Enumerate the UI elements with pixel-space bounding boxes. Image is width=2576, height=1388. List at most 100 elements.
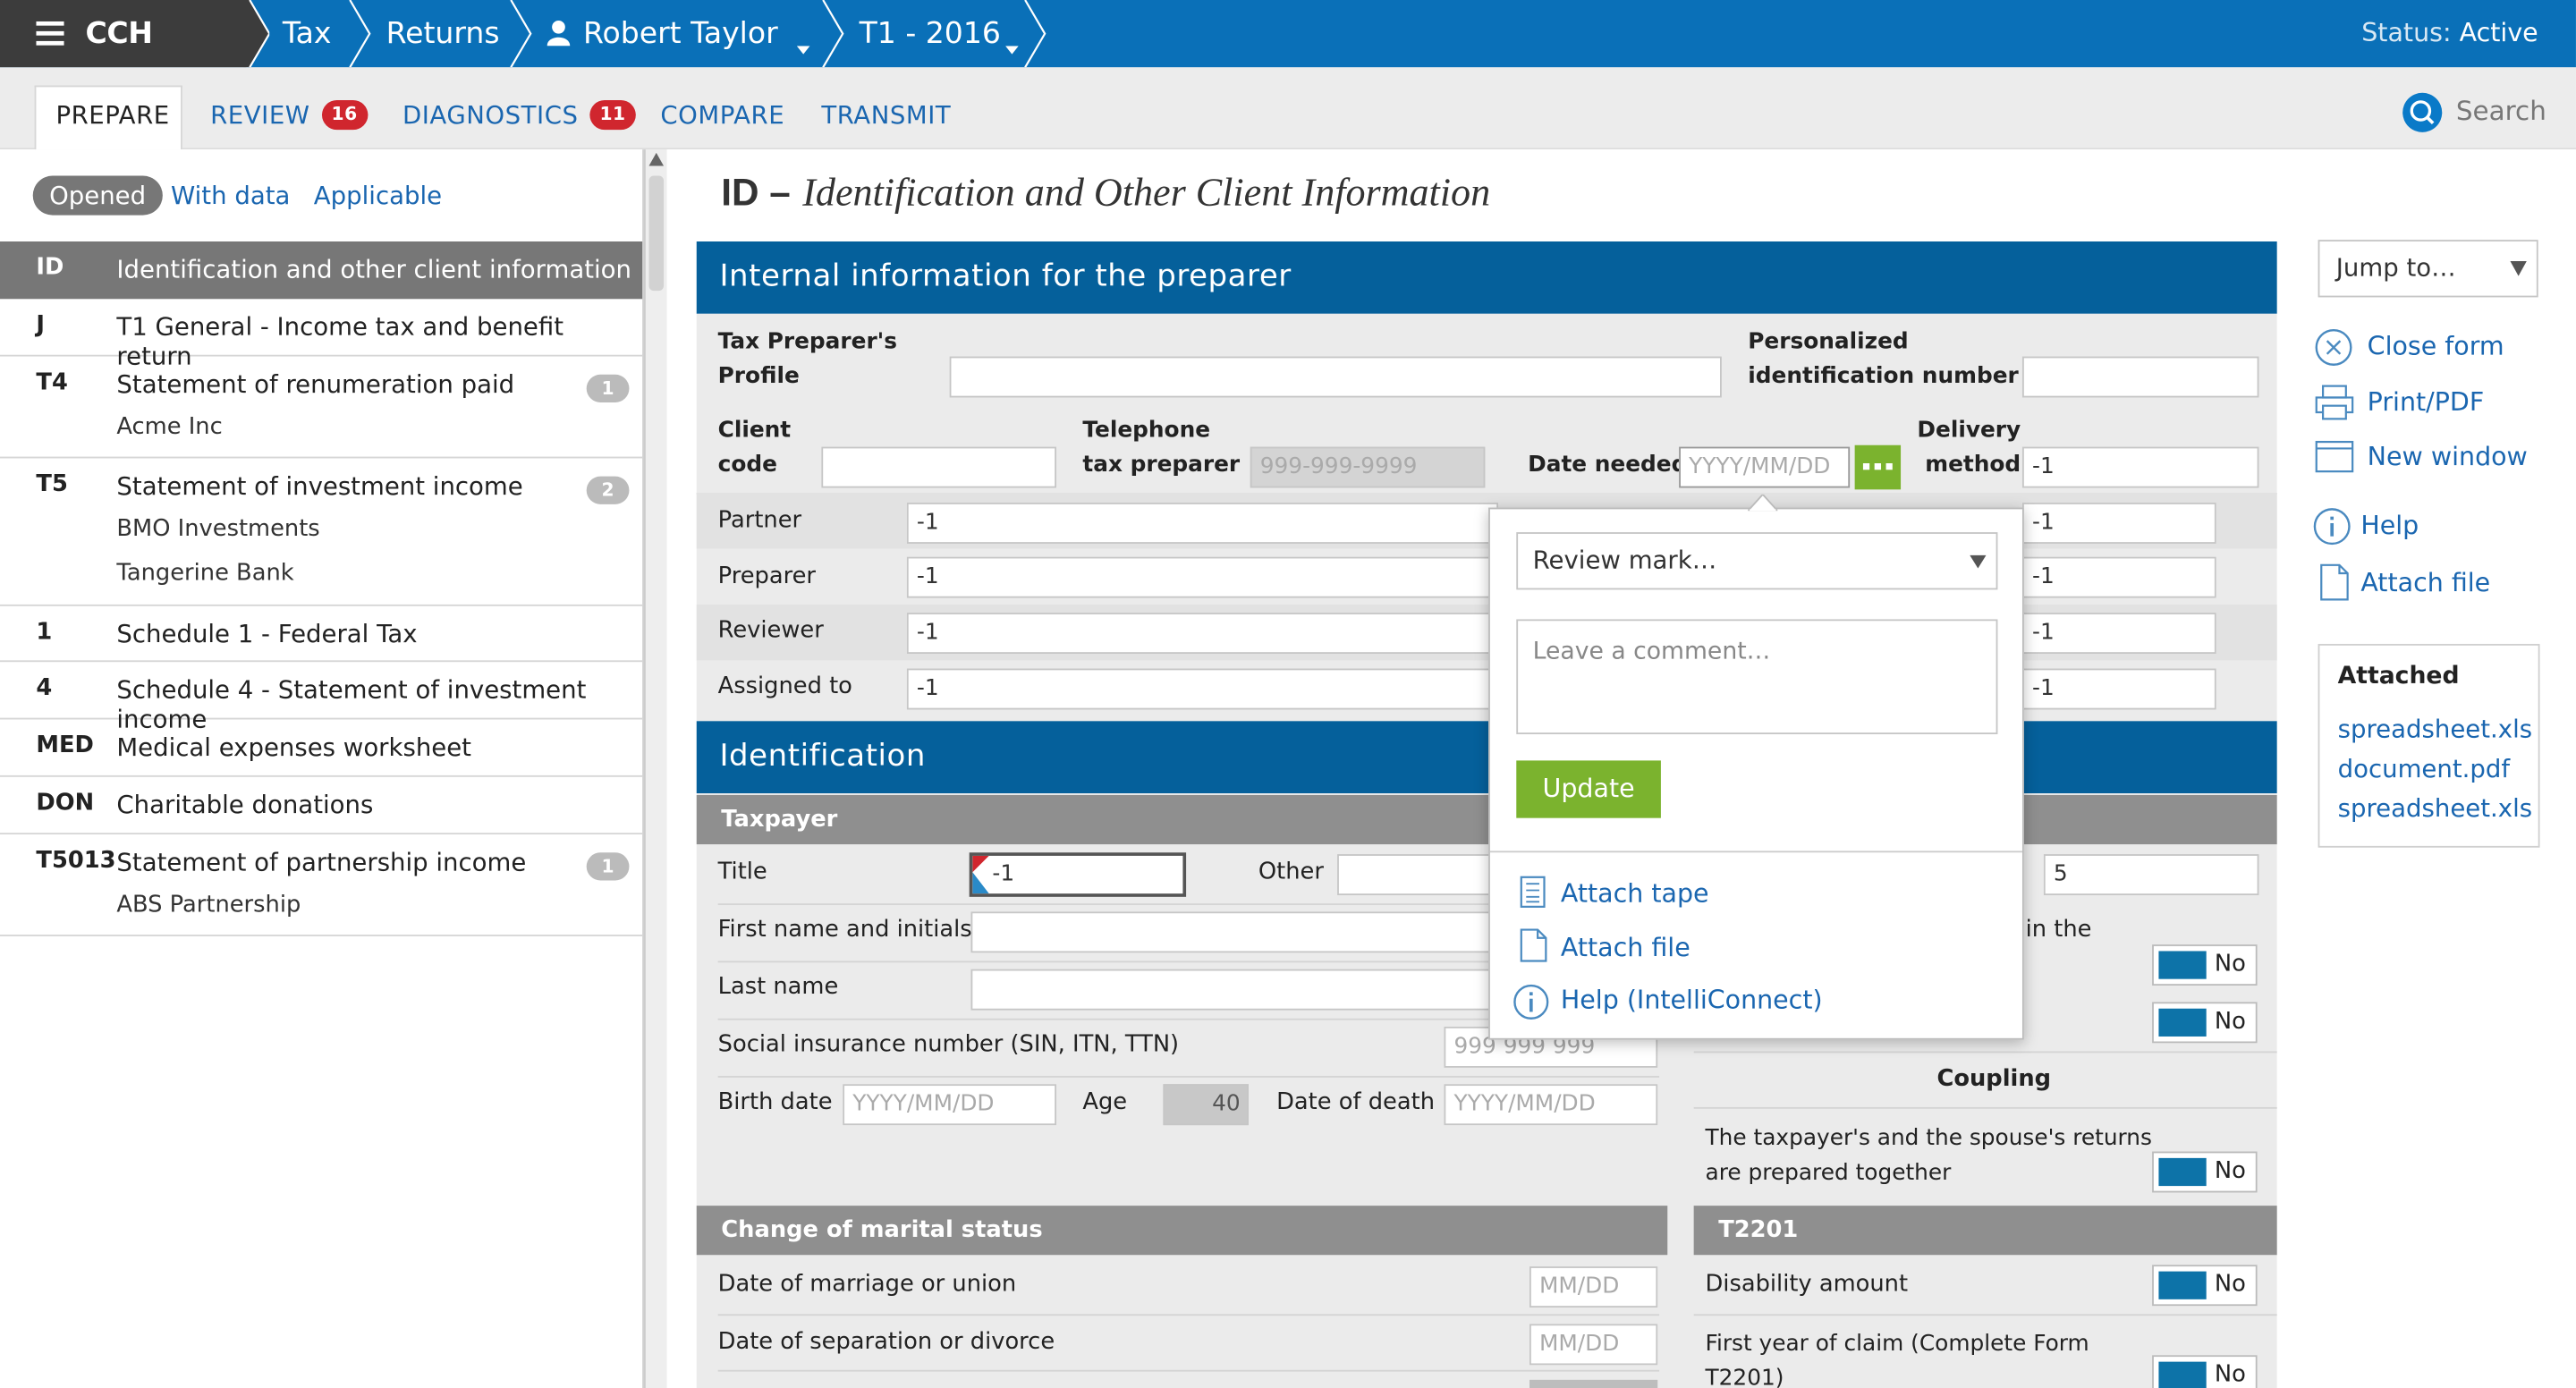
form-list-item[interactable]: T5013 Statement of partnership income ABS …: [0, 834, 643, 936]
info-icon[interactable]: [2313, 508, 2351, 546]
help-link[interactable]: Help: [2360, 511, 2419, 540]
marriage-date-input[interactable]: MM/DD: [1529, 1266, 1658, 1308]
new-window-link[interactable]: New window: [2368, 442, 2528, 471]
form-label: Identification and other client informat…: [116, 254, 631, 284]
review-mark-select[interactable]: Review mark…: [1516, 532, 1998, 590]
search-label[interactable]: Search: [2456, 96, 2546, 127]
pin-input[interactable]: [2021, 356, 2259, 398]
divider: [717, 1314, 1660, 1316]
tab-prepare[interactable]: PREPARE: [55, 86, 169, 145]
toggle-coupling[interactable]: No: [2152, 1151, 2258, 1193]
form-list-item[interactable]: J T1 General - Income tax and benefit ret…: [0, 299, 643, 371]
birth-date-input[interactable]: YYYY/MM/DD: [843, 1084, 1056, 1126]
form-list-item[interactable]: MED Medical expenses worksheet: [0, 719, 643, 777]
form-list-item[interactable]: ID Identification and other client inform…: [0, 241, 643, 300]
title-value: -1: [992, 860, 1015, 887]
attach-file-link[interactable]: Attach file: [2360, 568, 2490, 597]
preparer-input[interactable]: -1: [906, 556, 1499, 598]
tab-bar: [0, 67, 2576, 150]
toggle-label: No: [2214, 1361, 2246, 1388]
search-icon[interactable]: [2402, 92, 2443, 140]
scroll-up-icon[interactable]: [648, 152, 665, 166]
new-window-icon[interactable]: [2315, 440, 2354, 473]
last-name-input[interactable]: [970, 969, 1497, 1011]
client-code-label: Client code: [718, 414, 792, 483]
attached-panel: Attached spreadsheet.xls document.pdf sp…: [2318, 643, 2540, 848]
chevron-down-icon[interactable]: [1005, 30, 1019, 61]
separation-date-input[interactable]: MM/DD: [1529, 1324, 1658, 1366]
date-of-death-input[interactable]: YYYY/MM/DD: [1444, 1084, 1658, 1126]
form-list-item[interactable]: 1 Schedule 1 - Federal Tax: [0, 606, 643, 663]
breadcrumb-client[interactable]: Robert Taylor: [583, 0, 778, 67]
text-line: First year of claim (Complete Form: [1705, 1330, 2089, 1358]
partner-input[interactable]: -1: [906, 503, 1499, 544]
preparer-input-right[interactable]: -1: [2021, 556, 2216, 598]
toggle-knob: [2158, 951, 2207, 979]
help-intelliconnect-link[interactable]: Help (IntelliConnect): [1561, 986, 1823, 1015]
jump-to-select[interactable]: Jump to…: [2318, 240, 2538, 298]
form-list-item[interactable]: T5 Statement of investment income BMO Inve…: [0, 458, 643, 606]
delivery-method-label: Delivery method: [1917, 414, 2021, 483]
filter-opened[interactable]: Opened: [32, 175, 163, 216]
scroll-thumb[interactable]: [648, 175, 665, 292]
partner-input-right[interactable]: -1: [2021, 503, 2216, 544]
tab-review[interactable]: REVIEW 16: [210, 86, 368, 145]
label-line: Tax Preparer's: [717, 328, 898, 355]
title-input[interactable]: -1: [969, 852, 1187, 897]
attached-file[interactable]: spreadsheet.xls: [2338, 715, 2532, 744]
filter-applicable[interactable]: Applicable: [297, 176, 458, 216]
attached-heading: Attached: [2337, 664, 2460, 690]
app-brand[interactable]: CCH iFirm: [0, 0, 247, 118]
delivery-method-input[interactable]: -1: [2021, 446, 2259, 488]
more-options-button[interactable]: [1854, 444, 1902, 490]
attached-file[interactable]: document.pdf: [2338, 754, 2510, 783]
right-number-input[interactable]: 5: [2043, 854, 2259, 896]
divider: [717, 961, 1496, 963]
tab-diagnostics[interactable]: DIAGNOSTICS 11: [402, 86, 636, 145]
breadcrumb-year[interactable]: T1 - 2016: [860, 0, 1001, 67]
filter-with-data[interactable]: With data: [155, 176, 307, 216]
close-form-link[interactable]: Close form: [2368, 332, 2504, 361]
close-icon[interactable]: [2315, 328, 2352, 366]
age-label: Age: [1082, 1088, 1128, 1116]
update-button[interactable]: Update: [1516, 760, 1661, 818]
toggle-no[interactable]: No: [2152, 1002, 2258, 1044]
form-list-item[interactable]: T4 Statement of renumeration paid Acme Inc…: [0, 357, 643, 459]
toggle-first-year[interactable]: No: [2152, 1355, 2258, 1388]
breadcrumb-tax[interactable]: Tax: [283, 0, 332, 67]
label-line: method: [1925, 452, 2021, 478]
breadcrumb-separator: [242, 0, 270, 68]
tax-preparer-profile-input[interactable]: [949, 356, 1722, 398]
form-code: MED: [36, 732, 94, 759]
reviewer-input[interactable]: -1: [906, 613, 1499, 655]
attach-file-link[interactable]: Attach file: [1561, 933, 1690, 962]
sidebar-scrollbar[interactable]: [643, 149, 667, 1388]
form-list-item[interactable]: 4 Schedule 4 - Statement of investment in…: [0, 662, 643, 734]
date-needed-input[interactable]: YYYY/MM/DD: [1679, 446, 1851, 488]
attach-tape-link[interactable]: Attach tape: [1561, 879, 1709, 909]
tab-compare[interactable]: COMPARE: [660, 86, 784, 145]
text-line: The taxpayer's and the spouse's returns: [1705, 1125, 2152, 1152]
popup-divider: [1489, 851, 2022, 853]
assigned-to-input-right[interactable]: -1: [2021, 668, 2216, 710]
attached-file[interactable]: spreadsheet.xls: [2338, 793, 2532, 823]
tab-transmit[interactable]: TRANSMIT: [821, 86, 951, 145]
text-line: are prepared together: [1705, 1159, 1952, 1187]
client-code-input[interactable]: [821, 446, 1056, 488]
first-name-input[interactable]: [970, 911, 1497, 953]
other-input[interactable]: [1337, 854, 1502, 896]
comment-textarea[interactable]: Leave a comment…: [1516, 619, 1998, 735]
chevron-down-icon[interactable]: [796, 30, 810, 61]
reviewer-input-right[interactable]: -1: [2021, 613, 2216, 655]
partial-input[interactable]: [1529, 1379, 1658, 1388]
toggle-disability[interactable]: No: [2152, 1265, 2258, 1307]
breadcrumb-returns[interactable]: Returns: [386, 0, 500, 67]
menu-icon[interactable]: [36, 21, 64, 47]
assigned-to-input[interactable]: -1: [906, 668, 1499, 710]
toggle-no[interactable]: No: [2152, 944, 2258, 986]
file-icon[interactable]: [2319, 563, 2349, 601]
form-list-item[interactable]: DON Charitable donations: [0, 777, 643, 835]
print-pdf-link[interactable]: Print/PDF: [2368, 387, 2485, 417]
printer-icon[interactable]: [2315, 385, 2354, 420]
telephone-input[interactable]: 999-999-9999: [1250, 446, 1486, 488]
